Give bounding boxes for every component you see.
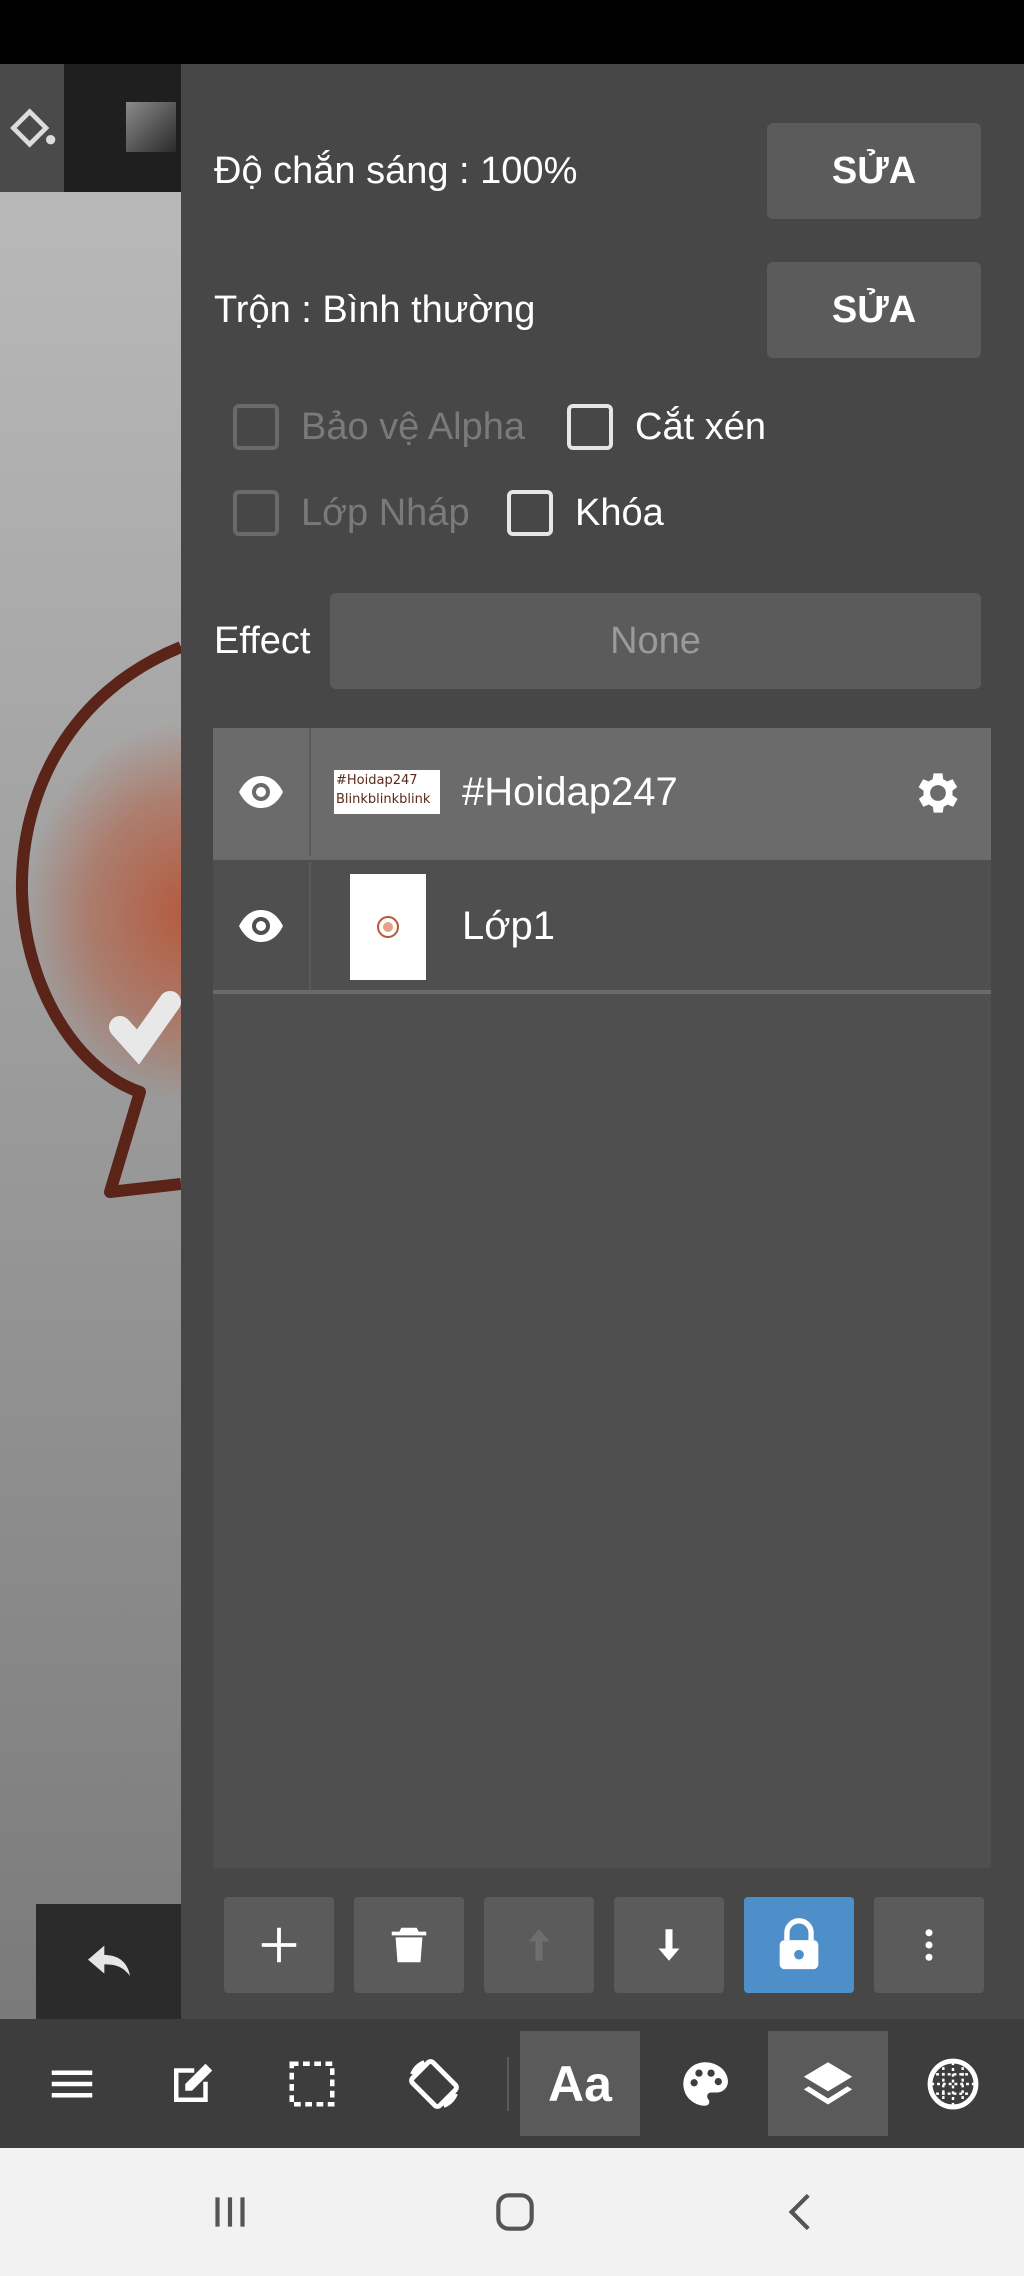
add-layer-button[interactable] xyxy=(224,1897,334,1993)
palette-icon xyxy=(683,2061,728,2106)
text-tool-label: Aa xyxy=(548,2055,612,2112)
move-layer-up-button[interactable] xyxy=(484,1897,594,1993)
lock-label: Khóa xyxy=(575,491,664,534)
selection-icon xyxy=(289,2061,335,2106)
grid-button[interactable] xyxy=(893,2031,1013,2136)
rotate-screen-icon xyxy=(409,2058,459,2109)
artwork xyxy=(15,641,181,1198)
edit-blend-button[interactable]: SỬA xyxy=(767,262,981,358)
layer-name: Lớp1 xyxy=(462,903,555,948)
color-swatch-button[interactable] xyxy=(126,102,176,152)
recent-apps-icon xyxy=(215,2197,245,2227)
bucket-icon xyxy=(10,108,56,148)
menu-button[interactable] xyxy=(12,2031,132,2136)
text-tool-button[interactable]: Aa xyxy=(520,2031,640,2136)
edit-icon xyxy=(174,2063,213,2102)
back-icon xyxy=(788,2193,810,2231)
effect-select[interactable]: None xyxy=(330,593,981,689)
blend-mode-label: Trộn : Bình thường xyxy=(214,289,536,331)
menu-icon xyxy=(51,2070,93,2097)
lock-layer-button[interactable] xyxy=(744,1897,854,1993)
arrow-down-icon xyxy=(658,1929,680,1961)
undo-icon xyxy=(87,1945,130,1976)
draft-layer-label: Lớp Nháp xyxy=(301,491,470,534)
layer-thumbnail: #Hoidap247 Blinkblinkblink xyxy=(334,770,440,814)
lock-icon xyxy=(779,1918,819,1970)
move-layer-down-button[interactable] xyxy=(614,1897,724,1993)
layer-row[interactable]: Lớp1 xyxy=(213,862,991,994)
thumb-line1: #Hoidap247 xyxy=(336,773,418,788)
back-button[interactable] xyxy=(762,2172,842,2252)
checkbox-box xyxy=(233,404,279,450)
system-nav-bar xyxy=(0,2148,1024,2276)
layer-panel: Độ chắn sáng : 100% SỬA Trộn : Bình thườ… xyxy=(181,64,1024,2019)
toolbar-separator xyxy=(507,2057,509,2111)
eye-icon xyxy=(239,910,283,942)
selection-button[interactable] xyxy=(252,2031,372,2136)
more-vertical-icon xyxy=(925,1929,933,1961)
canvas-toolbar xyxy=(0,64,181,192)
plus-icon xyxy=(261,1927,297,1963)
alpha-protect-checkbox[interactable]: Bảo vệ Alpha xyxy=(233,404,525,450)
grid-icon xyxy=(927,2058,979,2109)
checkbox-box xyxy=(507,490,553,536)
eye-icon xyxy=(239,776,283,808)
thumbnail-art xyxy=(377,916,399,938)
status-bar xyxy=(0,0,1024,64)
layer-thumbnail xyxy=(350,874,426,980)
delete-layer-button[interactable] xyxy=(354,1897,464,1993)
opacity-label: Độ chắn sáng : 100% xyxy=(214,150,578,192)
thumb-line2: Blinkblinkblink xyxy=(336,792,431,807)
layer-action-bar xyxy=(224,1897,984,1993)
checkbox-box xyxy=(233,490,279,536)
recent-apps-button[interactable] xyxy=(190,2172,270,2252)
effect-label: Effect xyxy=(214,620,311,662)
more-options-button[interactable] xyxy=(874,1897,984,1993)
arrow-up-icon xyxy=(528,1929,550,1961)
layer-row[interactable]: #Hoidap247 Blinkblinkblink #Hoidap247 xyxy=(213,728,991,860)
edit-button[interactable] xyxy=(132,2031,252,2136)
app-toolbar: Aa xyxy=(0,2019,1024,2148)
checkbox-box xyxy=(567,404,613,450)
draft-layer-checkbox[interactable]: Lớp Nháp xyxy=(233,490,470,536)
lock-checkbox[interactable]: Khóa xyxy=(507,490,664,536)
home-icon xyxy=(496,2193,534,2231)
trash-icon xyxy=(391,1927,427,1963)
rotate-canvas-button[interactable] xyxy=(374,2031,494,2136)
clipping-label: Cắt xén xyxy=(635,405,766,448)
drawing-canvas[interactable] xyxy=(0,64,181,2019)
edit-opacity-button[interactable]: SỬA xyxy=(767,123,981,219)
layers-icon xyxy=(803,2061,853,2105)
undo-button[interactable] xyxy=(36,1904,181,2019)
alpha-protect-label: Bảo vệ Alpha xyxy=(301,405,525,448)
clipping-checkbox[interactable]: Cắt xén xyxy=(567,404,766,450)
layer-name: #Hoidap247 xyxy=(462,769,678,814)
layers-button[interactable] xyxy=(768,2031,888,2136)
visibility-toggle[interactable] xyxy=(213,728,311,856)
visibility-toggle[interactable] xyxy=(213,862,311,990)
gear-icon[interactable] xyxy=(911,766,965,820)
color-palette-button[interactable] xyxy=(645,2031,765,2136)
fill-tool-button[interactable] xyxy=(0,64,64,192)
layer-list: #Hoidap247 Blinkblinkblink #Hoidap247 Lớ… xyxy=(213,728,991,1868)
home-button[interactable] xyxy=(475,2172,555,2252)
